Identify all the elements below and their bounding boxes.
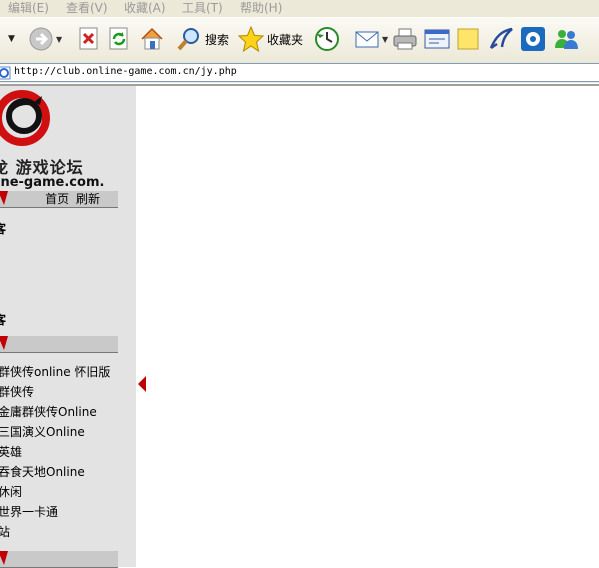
list-item[interactable]: 群侠传 [0, 382, 110, 402]
section-label-a: 客 [0, 222, 7, 236]
media-icon[interactable] [520, 24, 546, 54]
toolbar: ▼ ▼ 搜索 收藏夹 ▼ [0, 17, 599, 63]
menu-help[interactable]: 帮助(H) [240, 0, 282, 16]
red-marker-icon [0, 191, 8, 205]
users-icon[interactable] [553, 24, 579, 54]
section-label-b: 客 [0, 313, 7, 327]
search-icon [177, 28, 199, 51]
mail-dropdown-icon[interactable]: ▼ [382, 35, 388, 44]
history-icon[interactable] [314, 24, 340, 54]
menu-tools[interactable]: 工具(T) [182, 0, 223, 16]
menu-view[interactable]: 查看(V) [66, 0, 108, 16]
stop-icon[interactable] [78, 24, 100, 54]
address-input[interactable]: http://club.online-game.com.cn/jy.php [0, 63, 599, 82]
favorites-button[interactable]: 收藏夹 [238, 24, 303, 54]
list-item[interactable]: 世界一卡通 [0, 502, 110, 522]
search-label: 搜索 [205, 32, 230, 47]
menu-bar: 编辑(E) 查看(V) 收藏(A) 工具(T) 帮助(H) [0, 0, 599, 17]
page-content: 龙 游戏论坛 ine-game.com. 首页 刷新 客 客 群侠传online… [0, 84, 599, 568]
list-item[interactable]: 三国演义Online [0, 422, 110, 442]
discuss-icon[interactable] [456, 24, 480, 54]
messenger-icon[interactable] [488, 24, 514, 54]
list-item[interactable]: 休闲 [0, 482, 110, 502]
sidebar-section-bar [0, 336, 118, 353]
address-bar: http://club.online-game.com.cn/jy.php [0, 62, 599, 83]
red-marker-icon [0, 551, 8, 565]
sidebar: 龙 游戏论坛 ine-game.com. 首页 刷新 客 客 群侠传online… [0, 86, 136, 568]
forward-dropdown-icon[interactable]: ▼ [56, 35, 62, 44]
list-item[interactable]: 群侠传online 怀旧版 [0, 362, 110, 382]
address-url: http://club.online-game.com.cn/jy.php [14, 66, 237, 77]
dragon-logo-icon [0, 90, 50, 146]
list-item[interactable]: 吞食天地Online [0, 462, 110, 482]
collapse-sidebar-arrow-icon[interactable] [138, 376, 146, 392]
sidebar-bottom-bar [0, 551, 118, 568]
refresh-link[interactable]: 刷新 [76, 192, 100, 206]
menu-favorites[interactable]: 收藏(A) [124, 0, 166, 16]
list-item[interactable]: 金庸群侠传Online [0, 402, 110, 422]
main-frame [146, 86, 599, 565]
edit-icon[interactable] [424, 24, 450, 54]
favorites-icon [238, 26, 264, 52]
list-item[interactable]: 站 [0, 522, 110, 542]
red-marker-icon [0, 336, 8, 350]
refresh-icon[interactable] [108, 24, 130, 54]
search-button[interactable]: 搜索 [176, 24, 229, 54]
forward-icon[interactable]: ▼ [28, 24, 62, 54]
menu-edit[interactable]: 编辑(E) [8, 0, 49, 16]
home-link[interactable]: 首页 [45, 192, 69, 206]
print-icon[interactable] [392, 24, 418, 54]
list-item[interactable]: 英雄 [0, 442, 110, 462]
favorites-label: 收藏夹 [267, 32, 304, 47]
page-icon [0, 66, 11, 80]
sidebar-header-bar: 首页 刷新 [0, 191, 118, 208]
back-dropdown-icon[interactable]: ▼ [8, 24, 15, 54]
home-icon[interactable] [139, 24, 165, 54]
mail-icon[interactable]: ▼ [354, 24, 388, 54]
bar-links: 首页 刷新 [42, 191, 100, 207]
site-domain: ine-game.com. [0, 175, 105, 190]
game-link-list: 群侠传online 怀旧版 群侠传 金庸群侠传Online 三国演义Online… [0, 362, 110, 542]
